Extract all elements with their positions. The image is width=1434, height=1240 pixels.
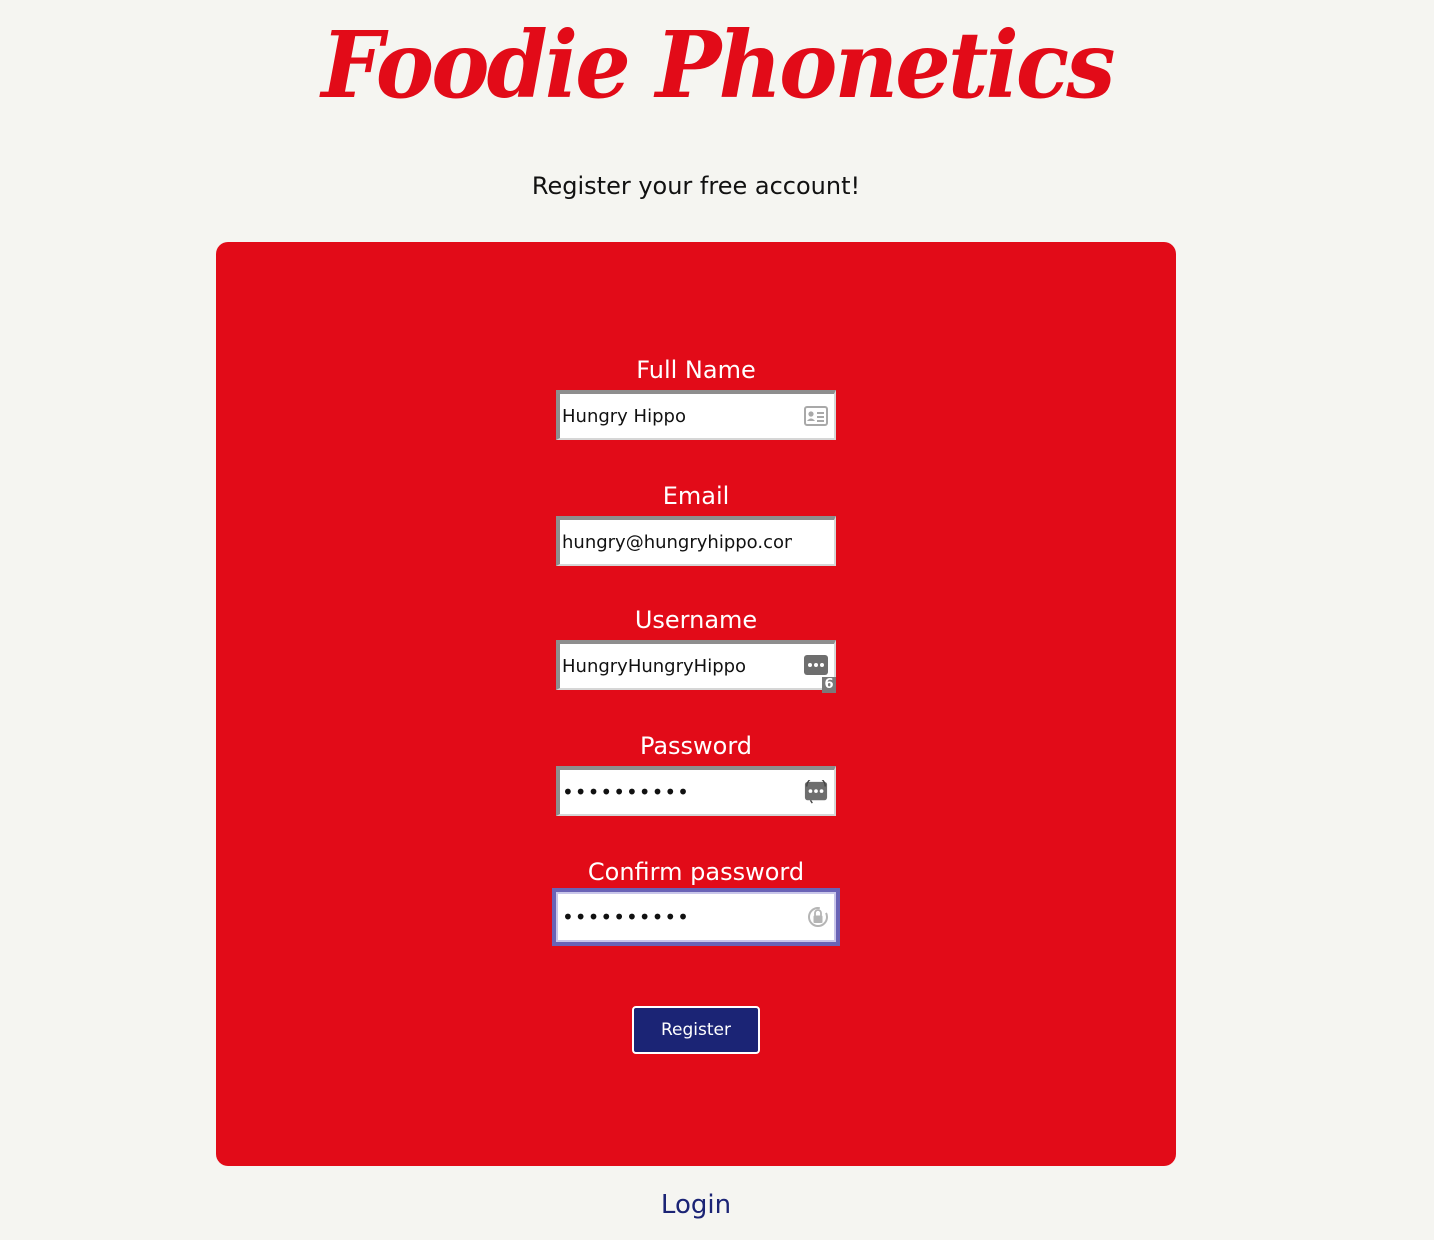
email-label: Email [662, 482, 730, 510]
login-link[interactable]: Login [0, 1190, 1392, 1220]
registration-card: Full Name Email Username [216, 242, 1176, 1166]
full-name-input[interactable] [560, 405, 792, 427]
username-field[interactable]: 6 [556, 640, 836, 693]
password-manager-icon[interactable] [804, 780, 828, 804]
suggestion-count-badge: 6 [822, 677, 836, 693]
password-manager-icon[interactable]: 6 [804, 655, 836, 693]
contact-card-icon[interactable] [804, 405, 828, 427]
full-name-field[interactable] [556, 390, 836, 440]
full-name-label: Full Name [636, 356, 756, 384]
password-label: Password [639, 732, 753, 760]
lock-icon[interactable] [806, 906, 830, 928]
password-field[interactable] [556, 766, 836, 816]
username-input[interactable] [560, 655, 792, 677]
confirm-password-field[interactable] [552, 888, 840, 946]
site-logo: Foodie Phonetics [321, 11, 1115, 119]
page-subtitle: Register your free account! [531, 172, 861, 200]
password-input[interactable] [560, 780, 792, 804]
register-button[interactable]: Register [632, 1006, 760, 1054]
confirm-password-input[interactable] [560, 905, 792, 929]
username-label: Username [634, 606, 758, 634]
email-field[interactable] [556, 516, 836, 566]
confirm-password-label: Confirm password [587, 858, 805, 886]
email-input[interactable] [560, 531, 792, 553]
